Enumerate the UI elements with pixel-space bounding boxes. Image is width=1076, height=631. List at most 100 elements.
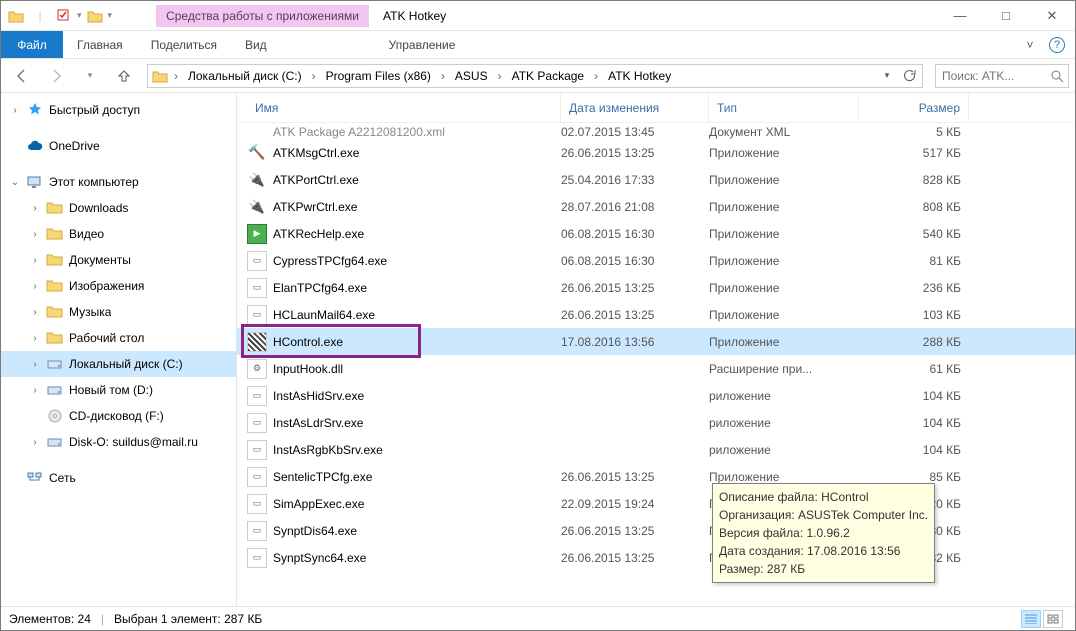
tree-item[interactable]: ›Disk-O: suildus@mail.ru xyxy=(1,429,236,455)
file-row[interactable]: ▭SynptDis64.exe26.06.2015 13:25Приложени… xyxy=(237,517,1075,544)
file-row[interactable]: ▭SynptSync64.exe26.06.2015 13:25Приложен… xyxy=(237,544,1075,571)
col-size[interactable]: Размер xyxy=(859,93,969,122)
folder-icon xyxy=(5,5,27,27)
forward-button[interactable] xyxy=(41,62,71,90)
tree-item[interactable]: ›Документы xyxy=(1,247,236,273)
tree-item[interactable]: ›Downloads xyxy=(1,195,236,221)
file-row[interactable]: 🔌ATKPortCtrl.exe25.04.2016 17:33Приложен… xyxy=(237,166,1075,193)
tree-item[interactable]: ›Быстрый доступ xyxy=(1,97,236,123)
file-row[interactable]: ▭ElanTPCfg64.exe26.06.2015 13:25Приложен… xyxy=(237,274,1075,301)
tree-item[interactable]: ›Видео xyxy=(1,221,236,247)
file-row[interactable]: 🔌ATKPwrCtrl.exe28.07.2016 21:08Приложени… xyxy=(237,193,1075,220)
contextual-tool-tab[interactable]: Средства работы с приложениями xyxy=(156,5,369,27)
crumb-1[interactable]: Program Files (x86) xyxy=(320,65,437,87)
chevron-right-icon[interactable]: › xyxy=(592,69,600,83)
tree-twisty-icon[interactable]: › xyxy=(27,307,43,318)
tree-twisty-icon[interactable]: › xyxy=(27,255,43,266)
nav-tree[interactable]: ›Быстрый доступOneDrive⌄Этот компьютер›D… xyxy=(1,93,237,606)
up-button[interactable] xyxy=(109,62,139,90)
crumb-0[interactable]: Локальный диск (C:) xyxy=(182,65,308,87)
file-row[interactable]: ⚙InputHook.dllРасширение при...61 КБ xyxy=(237,355,1075,382)
address-dropdown-icon[interactable]: ▾ xyxy=(876,65,898,87)
folder-icon xyxy=(150,69,170,83)
file-pane: Имя Дата изменения Тип Размер ATK Packag… xyxy=(237,93,1075,606)
minimize-button[interactable]: — xyxy=(937,1,983,31)
col-name[interactable]: Имя xyxy=(247,93,561,122)
tab-share[interactable]: Поделиться xyxy=(137,31,231,58)
crumb-2[interactable]: ASUS xyxy=(449,65,494,87)
chevron-right-icon[interactable]: › xyxy=(172,69,180,83)
file-row[interactable]: ▭InstAsHidSrv.exeриложение104 КБ xyxy=(237,382,1075,409)
tree-twisty-icon[interactable]: › xyxy=(27,437,43,448)
file-row[interactable]: ▭HCLaunMail64.exe26.06.2015 13:25Приложе… xyxy=(237,301,1075,328)
file-tab[interactable]: Файл xyxy=(1,31,63,58)
crumb-3[interactable]: ATK Package xyxy=(506,65,590,87)
view-details-button[interactable] xyxy=(1021,610,1041,628)
file-list[interactable]: ATK Package A2212081200.xml02.07.2015 13… xyxy=(237,123,1075,606)
file-row[interactable]: ▶ATKRecHelp.exe06.08.2015 16:30Приложени… xyxy=(237,220,1075,247)
file-row[interactable]: HControl.exe17.08.2016 13:56Приложение28… xyxy=(237,328,1075,355)
history-dropdown[interactable]: ▾ xyxy=(75,62,105,90)
tab-home[interactable]: Главная xyxy=(63,31,137,58)
tree-twisty-icon[interactable]: › xyxy=(27,229,43,240)
tab-view[interactable]: Вид xyxy=(231,31,281,58)
tree-twisty-icon[interactable]: › xyxy=(7,105,23,116)
qat-dropdown-icon[interactable]: ▾ xyxy=(77,10,82,21)
tree-item[interactable]: ⌄Этот компьютер xyxy=(1,169,236,195)
tree-item[interactable]: ›Изображения xyxy=(1,273,236,299)
ribbon-expand-icon[interactable]: ˅ xyxy=(1021,38,1039,52)
file-row[interactable]: ▭CypressTPCfg64.exe06.08.2015 16:30Прило… xyxy=(237,247,1075,274)
file-row[interactable]: 🔨ATKMsgCtrl.exe26.06.2015 13:25Приложени… xyxy=(237,139,1075,166)
tree-twisty-icon[interactable]: › xyxy=(27,281,43,292)
file-name: InstAsLdrSrv.exe xyxy=(267,416,561,430)
tree-item[interactable]: CD-дисковод (F:) xyxy=(1,403,236,429)
tooltip-line: Версия файла: 1.0.96.2 xyxy=(719,524,928,542)
search-box[interactable] xyxy=(935,64,1069,88)
refresh-button[interactable] xyxy=(898,65,920,87)
close-button[interactable]: ✕ xyxy=(1029,1,1075,31)
maximize-button[interactable]: □ xyxy=(983,1,1029,31)
tree-twisty-icon[interactable]: › xyxy=(27,385,43,396)
chevron-right-icon[interactable]: › xyxy=(439,69,447,83)
tree-item-icon xyxy=(45,328,65,348)
file-date: 26.06.2015 13:25 xyxy=(561,281,709,295)
help-icon[interactable]: ? xyxy=(1049,37,1065,53)
chevron-right-icon[interactable]: › xyxy=(496,69,504,83)
qat-overflow-icon[interactable]: ▾ xyxy=(108,10,113,21)
file-name: ATKRecHelp.exe xyxy=(267,227,561,241)
col-type[interactable]: Тип xyxy=(709,93,859,122)
tab-manage[interactable]: Управление xyxy=(375,31,470,58)
file-size: 104 КБ xyxy=(859,416,969,430)
tree-twisty-icon[interactable]: › xyxy=(27,359,43,370)
file-row[interactable]: ATK Package A2212081200.xml02.07.2015 13… xyxy=(237,123,1075,139)
search-input[interactable] xyxy=(940,68,1046,84)
tree-item[interactable]: OneDrive xyxy=(1,133,236,159)
file-row[interactable]: ▭InstAsLdrSrv.exeриложение104 КБ xyxy=(237,409,1075,436)
tree-item[interactable]: Сеть xyxy=(1,465,236,491)
tree-item[interactable]: ›Музыка xyxy=(1,299,236,325)
folder-icon-small xyxy=(84,5,106,27)
tree-item[interactable]: ›Новый том (D:) xyxy=(1,377,236,403)
view-icons-button[interactable] xyxy=(1043,610,1063,628)
file-date: 26.06.2015 13:25 xyxy=(561,308,709,322)
crumb-4[interactable]: ATK Hotkey xyxy=(602,65,677,87)
checkmark-icon[interactable] xyxy=(53,5,75,27)
file-row[interactable]: ▭SimAppExec.exe22.09.2015 19:24Приложени… xyxy=(237,490,1075,517)
tooltip-line: Организация: ASUSTek Computer Inc. xyxy=(719,506,928,524)
tree-twisty-icon[interactable]: ⌄ xyxy=(7,177,23,188)
tree-twisty-icon[interactable]: › xyxy=(27,203,43,214)
tree-item-label: Сеть xyxy=(47,471,76,485)
quick-access-toolbar: | ▾ ▾ xyxy=(1,5,116,27)
search-icon[interactable] xyxy=(1050,69,1064,83)
tree-item-icon xyxy=(45,250,65,270)
chevron-right-icon[interactable]: › xyxy=(310,69,318,83)
address-bar[interactable]: › Локальный диск (C:) › Program Files (x… xyxy=(147,64,923,88)
file-size: 540 КБ xyxy=(859,227,969,241)
back-button[interactable] xyxy=(7,62,37,90)
col-date[interactable]: Дата изменения xyxy=(561,93,709,122)
tree-twisty-icon[interactable]: › xyxy=(27,333,43,344)
file-row[interactable]: ▭InstAsRgbKbSrv.exeриложение104 КБ xyxy=(237,436,1075,463)
file-row[interactable]: ▭SentelicTPCfg.exe26.06.2015 13:25Прилож… xyxy=(237,463,1075,490)
tree-item[interactable]: ›Рабочий стол xyxy=(1,325,236,351)
tree-item[interactable]: ›Локальный диск (C:) xyxy=(1,351,236,377)
